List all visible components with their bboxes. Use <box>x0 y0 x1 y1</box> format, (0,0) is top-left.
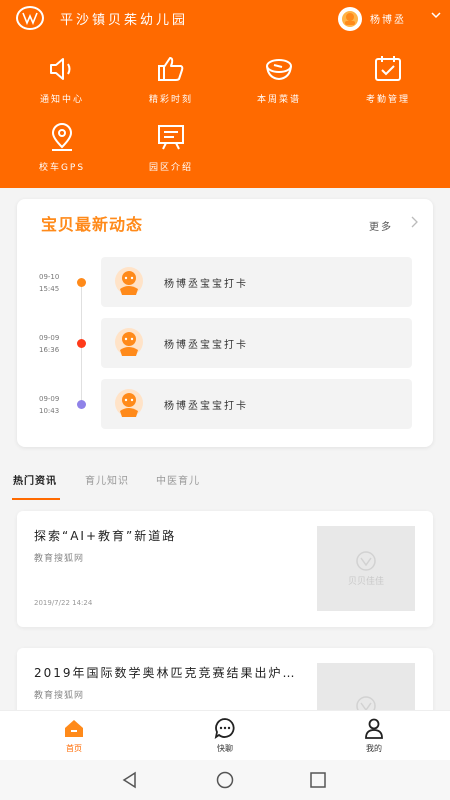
article-title: 2019年国际数学奥林匹克竞赛结果出炉，... <box>34 666 304 680</box>
nav-home[interactable]: 首页 <box>34 717 114 754</box>
news-title-text: 宝贝最新动态 <box>41 215 144 234</box>
back-triangle-icon[interactable] <box>120 770 140 790</box>
tab-hot-news[interactable]: 热门资讯 <box>13 472 57 487</box>
nav-label: 我的 <box>366 744 382 753</box>
timeline-text: 杨博丞宝宝打卡 <box>164 401 248 412</box>
chevron-down-icon[interactable] <box>430 9 442 24</box>
timeline-date-day: 09-09 <box>39 395 60 403</box>
timeline-row[interactable]: 杨博丞宝宝打卡 <box>101 318 412 368</box>
chat-icon <box>214 718 235 739</box>
nav-label: 快聊 <box>217 744 233 753</box>
school-name: 平沙镇贝茱幼儿园 <box>60 13 189 28</box>
thumbnail-watermark: 贝贝佳佳 <box>347 577 384 587</box>
school-logo-icon <box>16 6 44 30</box>
grid-item-notice-center[interactable]: 通知中心 <box>12 52 112 105</box>
timeline-date-time: 10:43 <box>39 407 60 415</box>
timeline-text: 杨博丞宝宝打卡 <box>164 340 248 351</box>
article-thumbnail: 贝贝佳佳 <box>317 526 415 611</box>
timeline-date-time: 15:45 <box>39 285 60 293</box>
user-avatar[interactable] <box>338 7 362 31</box>
article-source: 教育搜狐网 <box>34 554 85 564</box>
tab-parenting[interactable]: 育儿知识 <box>85 472 129 487</box>
presentation-board-icon <box>158 125 184 150</box>
person-icon <box>365 718 383 739</box>
calendar-check-icon <box>375 56 401 81</box>
user-name[interactable]: 杨博丞 <box>370 11 406 26</box>
grid-item-school-bus-gps[interactable]: 校车GPS <box>12 120 112 173</box>
article-tabs: 热门资讯 育儿知识 中医育儿 <box>0 462 450 502</box>
grid-item-campus-intro[interactable]: 园区介绍 <box>121 120 221 173</box>
location-pin-icon <box>51 123 73 151</box>
thumbs-up-icon <box>158 57 184 81</box>
speaker-icon <box>50 58 71 80</box>
timeline-date: 09-10 15:45 <box>39 271 59 295</box>
chevron-right-icon[interactable] <box>409 215 419 232</box>
baby-mascot-icon <box>115 328 143 356</box>
grid-item-label: 精彩时刻 <box>148 95 193 105</box>
timeline-text: 杨博丞宝宝打卡 <box>164 279 248 290</box>
more-link[interactable]: 更多 <box>369 218 393 233</box>
timeline-dot <box>77 400 86 409</box>
nav-chat[interactable]: 快聊 <box>185 717 265 754</box>
recent-apps-square-icon[interactable] <box>308 770 328 790</box>
grid-item-highlights[interactable]: 精彩时刻 <box>121 52 221 105</box>
nav-label: 首页 <box>66 744 82 753</box>
baby-mascot-icon <box>115 389 143 417</box>
system-nav-bar <box>0 760 450 800</box>
bottom-nav: 首页 快聊 我的 <box>0 710 450 760</box>
grid-item-label: 校车GPS <box>38 163 86 173</box>
baby-mascot-icon <box>115 267 143 295</box>
grid-item-label: 通知中心 <box>39 95 84 105</box>
news-title: 宝贝最新动态 <box>41 211 143 235</box>
timeline-date-day: 09-10 <box>39 273 60 281</box>
placeholder-logo-icon <box>356 551 376 571</box>
tab-underline <box>12 498 60 500</box>
home-circle-icon[interactable] <box>215 770 235 790</box>
tab-tcm-parenting[interactable]: 中医育儿 <box>156 472 200 487</box>
timeline-date: 09-09 10:43 <box>39 393 59 417</box>
timeline-row[interactable]: 杨博丞宝宝打卡 <box>101 379 412 429</box>
timeline-row[interactable]: 杨博丞宝宝打卡 <box>101 257 412 307</box>
grid-item-attendance[interactable]: 考勤管理 <box>338 52 438 105</box>
baby-news-card: 宝贝最新动态 更多 09-10 15:45 杨博丞宝宝打卡 09-09 16:3… <box>17 199 433 447</box>
home-icon <box>65 720 83 737</box>
bowl-icon <box>266 59 292 81</box>
header: 平沙镇贝茱幼儿园 杨博丞 通知中心 精彩时刻 本周菜谱 考勤管理 校车GPS 园… <box>0 0 450 188</box>
timeline-date-time: 16:36 <box>39 346 60 354</box>
grid-item-label: 考勤管理 <box>365 95 410 105</box>
nav-mine[interactable]: 我的 <box>334 717 414 754</box>
top-bar: 平沙镇贝茱幼儿园 杨博丞 <box>0 0 450 36</box>
article-title: 探索“AI+教育”新道路 <box>34 529 177 543</box>
article-source: 教育搜狐网 <box>34 691 85 701</box>
timeline-date-day: 09-09 <box>39 334 60 342</box>
timeline-dot <box>77 278 86 287</box>
timeline-dot <box>77 339 86 348</box>
grid-item-label: 本周菜谱 <box>256 95 301 105</box>
timeline-date: 09-09 16:36 <box>39 332 59 356</box>
article-date: 2019/7/22 14:24 <box>34 599 93 607</box>
article-card[interactable]: 探索“AI+教育”新道路 教育搜狐网 2019/7/22 14:24 贝贝佳佳 <box>17 511 433 627</box>
grid-item-weekly-menu[interactable]: 本周菜谱 <box>229 52 329 105</box>
grid-item-label: 园区介绍 <box>148 163 193 173</box>
